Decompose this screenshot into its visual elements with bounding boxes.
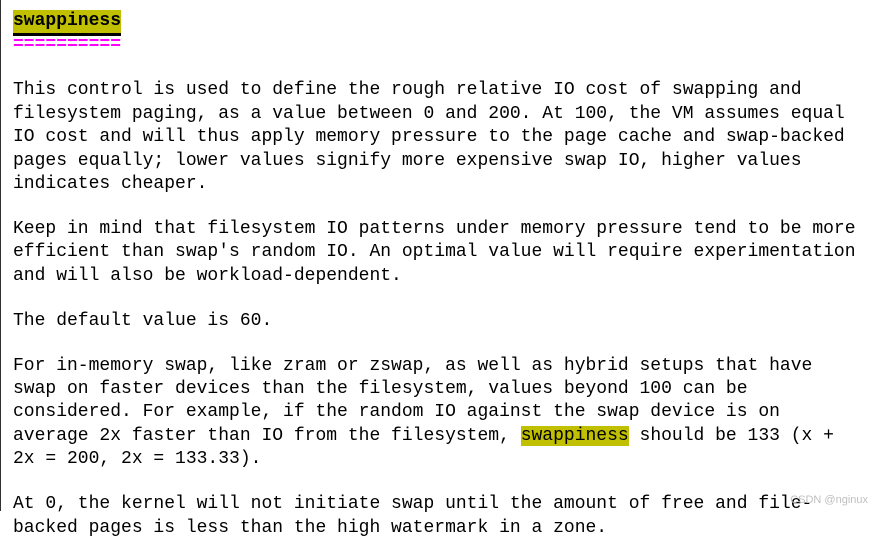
paragraph-2: Keep in mind that filesystem IO patterns…	[13, 218, 866, 288]
highlight-swappiness: swappiness	[521, 426, 629, 446]
doc-title: swappiness	[13, 10, 121, 36]
title-underline: ==========	[13, 34, 866, 57]
paragraph-3: The default value is 60.	[13, 310, 866, 333]
paragraph-4: For in-memory swap, like zram or zswap, …	[13, 355, 866, 472]
watermark: CSDN @nginux	[790, 493, 868, 507]
paragraph-1: This control is used to define the rough…	[13, 79, 866, 196]
document-content: swappiness ========== This control is us…	[0, 0, 878, 511]
paragraph-5: At 0, the kernel will not initiate swap …	[13, 493, 866, 540]
